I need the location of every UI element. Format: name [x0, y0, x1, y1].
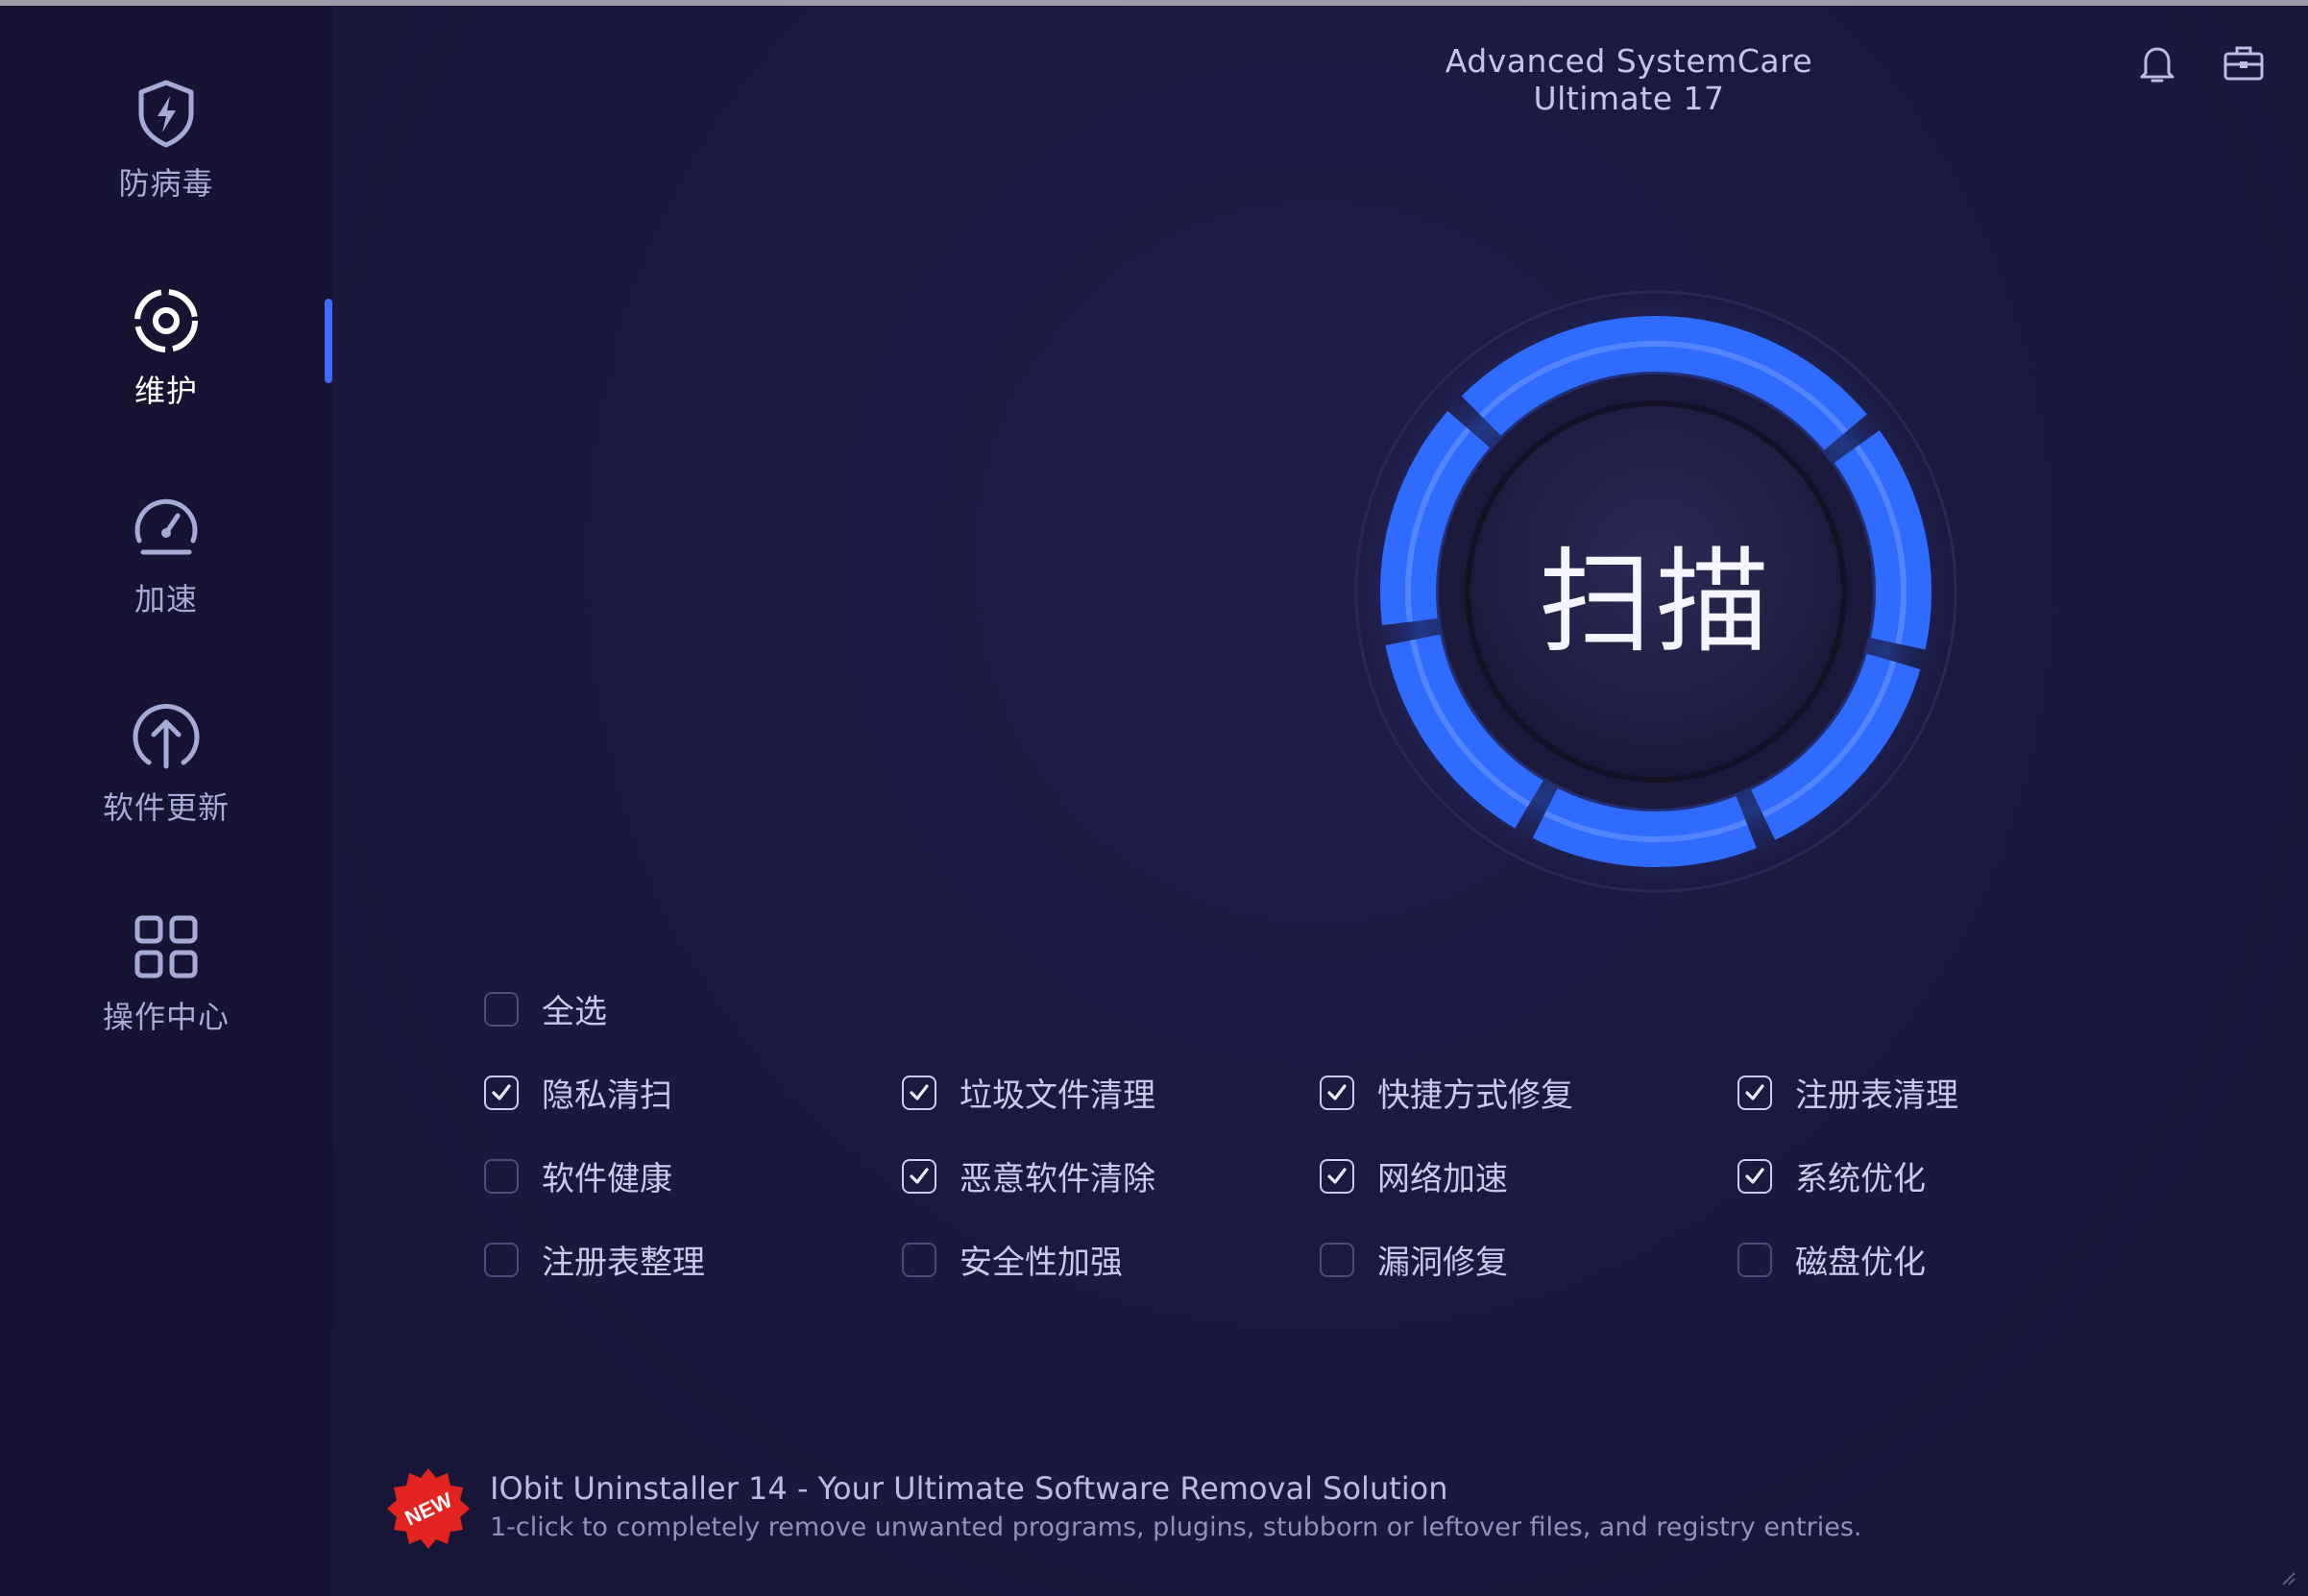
maintenance-gear-icon	[134, 289, 198, 352]
checkmark-icon	[1745, 1167, 1764, 1184]
checkbox-label: 全选	[542, 993, 607, 1031]
checkbox-label: 软件健康	[542, 1160, 672, 1198]
scan-dial[interactable]: 扫描	[1348, 284, 1963, 899]
app-window: 防病毒 维护 加速 软件更新 操作中心 Advanced SystemCare …	[0, 0, 2308, 1596]
promo-description: 1-click to completely remove unwanted pr…	[490, 1512, 1862, 1542]
checkbox-box	[484, 1158, 519, 1194]
upload-arrow-icon	[133, 704, 200, 769]
new-badge-icon: NEW	[387, 1468, 470, 1549]
checkmark-icon	[1327, 1167, 1347, 1184]
checkmark-icon	[910, 1167, 929, 1184]
option-junk-clean[interactable]: 垃圾文件清理	[902, 1069, 1155, 1116]
checkbox-box	[484, 991, 519, 1027]
menu-button[interactable]	[2301, 35, 2308, 92]
speedometer-icon	[134, 498, 198, 555]
checkbox-checked	[1737, 1158, 1772, 1194]
select-all-checkbox[interactable]: 全选	[484, 985, 607, 1032]
window-title: Advanced SystemCare Ultimate 17	[1445, 42, 1813, 117]
sidebar-item-software-update[interactable]: 软件更新	[0, 699, 332, 891]
promo-banner[interactable]: NEW IObit Uninstaller 14 - Your Ultimate…	[384, 1468, 1862, 1553]
sidebar-item-label: 加速	[134, 581, 198, 617]
checkbox-label: 恶意软件清除	[960, 1160, 1155, 1198]
checkbox-label: 垃圾文件清理	[960, 1076, 1155, 1115]
option-privacy-sweep[interactable]: 隐私清扫	[484, 1069, 672, 1116]
bell-icon	[2140, 47, 2174, 83]
checkbox-label: 漏洞修复	[1377, 1244, 1508, 1282]
notifications-button[interactable]	[2128, 35, 2186, 92]
shield-bolt-icon	[138, 80, 194, 148]
sidebar-item-action-center[interactable]: 操作中心	[0, 908, 332, 1100]
active-indicator	[325, 299, 332, 383]
promo-title[interactable]: IObit Uninstaller 14 - Your Ultimate Sof…	[490, 1470, 1862, 1507]
checkbox-box	[1737, 1242, 1772, 1277]
checkbox-checked	[1320, 1158, 1354, 1194]
option-shortcut-fix[interactable]: 快捷方式修复	[1320, 1069, 1573, 1116]
checkbox-checked	[902, 1158, 936, 1194]
sidebar-item-label: 防病毒	[118, 165, 214, 202]
option-software-health[interactable]: 软件健康	[484, 1152, 672, 1199]
promo-text: IObit Uninstaller 14 - Your Ultimate Sof…	[490, 1470, 1862, 1542]
checkbox-label: 快捷方式修复	[1377, 1076, 1573, 1115]
sidebar-item-maintenance[interactable]: 维护	[0, 282, 332, 474]
toolbox-icon	[2223, 46, 2264, 81]
toolbox-button[interactable]	[2215, 35, 2272, 92]
checkmark-icon	[492, 1083, 511, 1100]
checkbox-checked	[1320, 1075, 1354, 1110]
sidebar: 防病毒 维护 加速 软件更新 操作中心	[0, 6, 333, 1596]
option-network-boost[interactable]: 网络加速	[1320, 1152, 1508, 1199]
option-security-reinforce[interactable]: 安全性加强	[902, 1236, 1123, 1283]
sidebar-item-antivirus[interactable]: 防病毒	[0, 75, 332, 267]
checkbox-box	[484, 1242, 519, 1277]
checkbox-label: 隐私清扫	[542, 1076, 672, 1115]
grid-apps-icon	[134, 915, 198, 979]
checkbox-box	[1320, 1242, 1354, 1277]
sidebar-item-label: 维护	[134, 373, 198, 409]
sidebar-item-label: 操作中心	[102, 999, 230, 1035]
checkbox-label: 网络加速	[1377, 1160, 1508, 1198]
option-registry-defrag[interactable]: 注册表整理	[484, 1236, 705, 1283]
option-system-optimize[interactable]: 系统优化	[1737, 1152, 1926, 1199]
checkbox-checked	[484, 1075, 519, 1110]
checkbox-checked	[1737, 1075, 1772, 1110]
scan-button-label[interactable]: 扫描	[1348, 284, 1963, 899]
sidebar-item-speedup[interactable]: 加速	[0, 491, 332, 683]
checkmark-icon	[910, 1083, 929, 1100]
main-panel: Advanced SystemCare Ultimate 17 扫描 全选 隐私…	[332, 6, 2308, 1596]
option-disk-optimize[interactable]: 磁盘优化	[1737, 1236, 1926, 1283]
checkbox-label: 注册表清理	[1795, 1076, 1958, 1115]
sidebar-item-label: 软件更新	[102, 789, 230, 826]
checkbox-box	[902, 1242, 936, 1277]
checkbox-label: 注册表整理	[542, 1244, 705, 1282]
checkbox-label: 安全性加强	[960, 1244, 1123, 1282]
option-registry-clean[interactable]: 注册表清理	[1737, 1069, 1958, 1116]
resize-grip-icon[interactable]	[2275, 1565, 2296, 1586]
checkbox-label: 系统优化	[1795, 1160, 1926, 1198]
option-vulnerability-fix[interactable]: 漏洞修复	[1320, 1236, 1508, 1283]
titlebar-controls	[2128, 35, 2308, 92]
checkbox-label: 磁盘优化	[1795, 1244, 1926, 1282]
checkmark-icon	[1327, 1083, 1347, 1100]
checkbox-checked	[902, 1075, 936, 1110]
checkmark-icon	[1745, 1083, 1764, 1100]
option-malware-removal[interactable]: 恶意软件清除	[902, 1152, 1155, 1199]
